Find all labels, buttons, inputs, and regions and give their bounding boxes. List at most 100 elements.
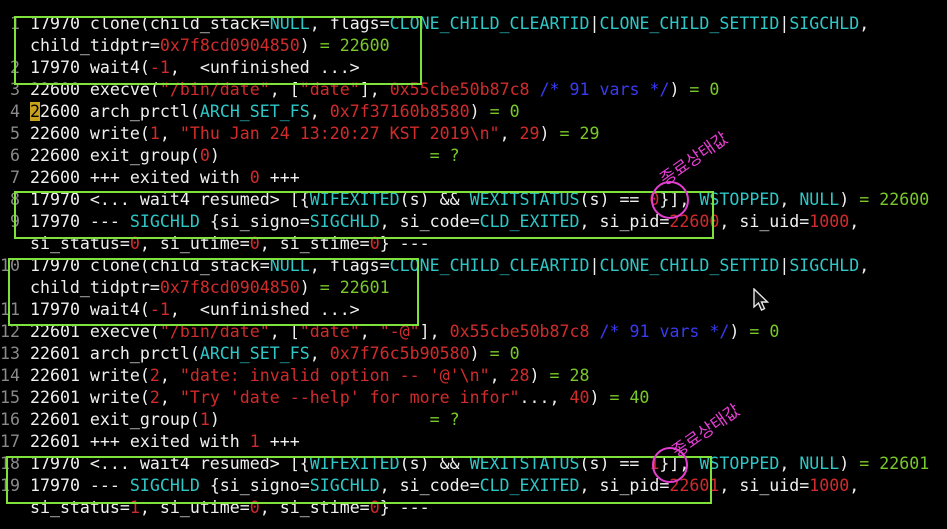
terminal-window[interactable]: 1 17970 clone(child_stack=NULL, flags=CL…	[0, 0, 947, 529]
trace-token: = 0	[479, 344, 520, 363]
trace-token: )	[839, 190, 850, 209]
trace-token: child_stack=	[149, 14, 270, 33]
trace-token: ,	[159, 366, 180, 385]
trace-token: 22601 execve(	[29, 322, 160, 341]
trace-token: 29	[519, 124, 540, 143]
strace-line: child_tidptr=0x7f8cd0904850) = 22600	[0, 35, 390, 57]
trace-token: 2600 arch_prctl(	[39, 102, 200, 121]
trace-token: (s) &&	[399, 454, 470, 473]
strace-line: 8 17970 <... wait4 resumed> [{WIFEXITED(…	[0, 189, 929, 211]
trace-token: |	[779, 14, 790, 33]
line-number: 13	[0, 344, 30, 363]
line-number: 10	[0, 256, 30, 275]
trace-token: 0x7f76c5b90580	[329, 344, 470, 363]
trace-token: -1	[149, 58, 170, 77]
trace-token: 17970 clone(	[29, 256, 150, 275]
trace-token: /* 91 vars */	[539, 80, 670, 99]
strace-line: child_tidptr=0x7f8cd0904850) = 22601	[0, 277, 390, 299]
trace-token: child_tidptr=	[0, 36, 160, 55]
trace-token: )	[209, 410, 430, 429]
trace-token: WSTOPPED	[699, 454, 780, 473]
trace-token: ,	[849, 476, 860, 495]
trace-token: = 0	[739, 322, 780, 341]
line-number: 16	[0, 410, 30, 429]
trace-token: 0	[369, 234, 380, 253]
line-number: 19	[0, 476, 30, 495]
trace-token: 1	[249, 432, 260, 451]
trace-token: )	[469, 102, 480, 121]
trace-token: 0	[249, 168, 260, 187]
trace-token: 17970 clone(	[29, 14, 150, 33]
trace-token: 1	[199, 410, 210, 429]
trace-token: 0x55cbe50b87c8	[389, 80, 530, 99]
trace-token: 22600 execve(	[29, 80, 160, 99]
trace-token: CLONE_CHILD_SETTID	[599, 256, 780, 275]
line-number: 9	[0, 212, 30, 231]
trace-token: child_tidptr=	[0, 278, 160, 297]
strace-line: 12 22601 execve("/bin/date", ["date", "-…	[0, 321, 779, 343]
trace-token: ,	[159, 388, 180, 407]
trace-token: ,	[849, 212, 860, 231]
trace-token: "Thu Jan 24 13:20:27 KST 2019\n"	[179, 124, 500, 143]
trace-token: )	[299, 278, 310, 297]
trace-token: NULL	[269, 14, 310, 33]
strace-line: 15 22601 write(2, "Try 'date --help' for…	[0, 387, 649, 409]
trace-token: "/bin/date"	[159, 322, 270, 341]
trace-token: , si_code=	[379, 212, 480, 231]
trace-token: = 0	[479, 102, 520, 121]
mouse-pointer-icon	[752, 287, 770, 316]
trace-token: 1	[129, 498, 140, 517]
strace-line: 5 22600 write(1, "Thu Jan 24 13:20:27 KS…	[0, 123, 600, 145]
trace-token: )	[299, 36, 310, 55]
trace-token: , si_uid=	[719, 212, 810, 231]
trace-token: CLONE_CHILD_SETTID	[599, 14, 780, 33]
trace-token	[590, 322, 600, 341]
trace-token: NULL	[269, 256, 310, 275]
trace-token: , flags=	[309, 14, 390, 33]
trace-token: |	[589, 14, 600, 33]
trace-token: 17970 ---	[29, 476, 130, 495]
trace-token: {si_signo=	[199, 212, 310, 231]
trace-token: (s) ==	[579, 190, 650, 209]
trace-token: SIGCHLD	[129, 476, 200, 495]
trace-token: 1000	[809, 476, 850, 495]
trace-token: )	[669, 80, 680, 99]
strace-line: 19 17970 --- SIGCHLD {si_signo=SIGCHLD, …	[0, 475, 859, 497]
trace-token: 17970 <... wait4 resumed> [{	[29, 454, 310, 473]
strace-line: 4 22600 arch_prctl(ARCH_SET_FS, 0x7f3716…	[0, 101, 520, 123]
trace-token: ,	[499, 124, 520, 143]
trace-token: 2	[149, 388, 160, 407]
trace-token: ],	[359, 80, 390, 99]
trace-token: , si_code=	[379, 476, 480, 495]
trace-token: 22601 write(	[29, 366, 150, 385]
trace-token: = 0	[679, 80, 720, 99]
trace-token: )	[839, 454, 850, 473]
strace-line: 1 17970 clone(child_stack=NULL, flags= CL…	[0, 13, 869, 35]
trace-token: , <unfinished ...>	[169, 300, 360, 319]
trace-token: , si_stime=	[259, 234, 370, 253]
strace-line: 13 22601 arch_prctl(ARCH_SET_FS, 0x7f76c…	[0, 343, 520, 365]
trace-token: ,	[779, 454, 800, 473]
strace-line: 3 22600 execve("/bin/date", ["date"], 0x…	[0, 79, 719, 101]
trace-token: SIGCHLD	[789, 256, 860, 275]
line-number: 1	[0, 14, 30, 33]
trace-token: WIFEXITED	[309, 190, 400, 209]
trace-token: CLD_EXITED	[479, 476, 580, 495]
trace-token: , [	[269, 322, 300, 341]
trace-token: = 22600	[309, 36, 390, 55]
trace-token: 0	[129, 234, 140, 253]
trace-token: 0	[199, 146, 210, 165]
trace-token: = 28	[539, 366, 590, 385]
trace-token: , si_pid=	[579, 476, 670, 495]
trace-token: -1	[149, 300, 170, 319]
trace-token: WSTOPPED	[699, 190, 780, 209]
trace-token: ,	[859, 14, 870, 33]
strace-line: si_status=0, si_utime=0, si_stime=0} ---	[0, 233, 430, 255]
trace-token: 0	[369, 498, 380, 517]
trace-token: /* 91 vars */	[599, 322, 730, 341]
trace-token: "date"	[299, 80, 360, 99]
trace-token: SIGCHLD	[129, 212, 200, 231]
trace-token: ,	[309, 344, 330, 363]
trace-token: "date"	[299, 322, 360, 341]
trace-token: )	[729, 322, 740, 341]
